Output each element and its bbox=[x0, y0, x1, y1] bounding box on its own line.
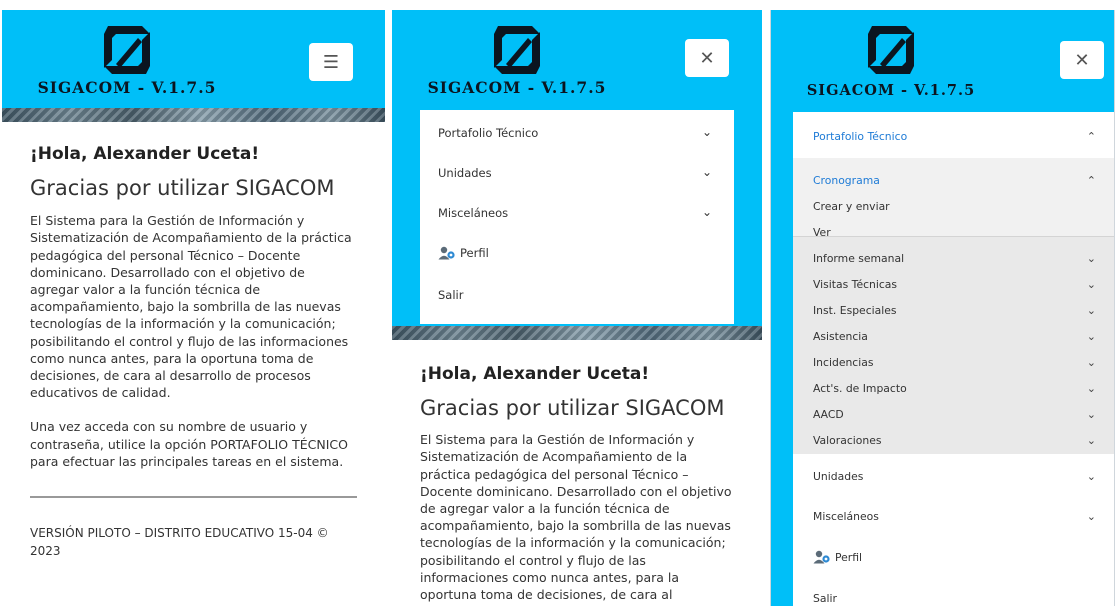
footer-divider bbox=[30, 496, 357, 499]
site-header: SIGACOM - V.1.7.5 ✕ bbox=[771, 10, 1114, 112]
submenu-item-cronograma[interactable]: Cronograma ⌃ bbox=[793, 170, 1114, 190]
nav-item-salir[interactable]: Salir bbox=[420, 280, 734, 310]
chevron-down-icon: ⌄ bbox=[1086, 469, 1096, 483]
nav-item-label: Unidades bbox=[438, 166, 492, 180]
chevron-up-icon: ⌃ bbox=[1086, 129, 1096, 143]
chevron-down-icon: ⌄ bbox=[1086, 303, 1096, 317]
version-footer: VERSIÓN PILOTO – DISTRITO EDUCATIVO 15-0… bbox=[30, 526, 329, 559]
nav-item-label: Perfil bbox=[460, 246, 489, 260]
nav-item-portafolio[interactable]: Portafolio Técnico ⌄ bbox=[420, 118, 734, 148]
submenu-item-inst-especiales[interactable]: Inst. Especiales ⌄ bbox=[793, 300, 1114, 320]
header-banner-texture bbox=[2, 108, 385, 122]
nav-menu: Portafolio Técnico ⌄ Unidades ⌄ Miscelán… bbox=[420, 110, 734, 324]
nav-item-unidades[interactable]: Unidades ⌄ bbox=[420, 158, 734, 188]
submenu-item-incidencias[interactable]: Incidencias ⌄ bbox=[793, 352, 1114, 372]
submenu-item-label: Act's. de Impacto bbox=[813, 381, 907, 395]
greeting-heading: ¡Hola, Alexander Uceta! bbox=[30, 144, 260, 164]
nav-menu-expanded: Portafolio Técnico ⌃ Cronograma ⌃ Crear … bbox=[793, 112, 1114, 606]
site-header: SIGACOM - V.1.7.5 ☰ bbox=[2, 10, 385, 108]
nav-item-label: Salir bbox=[438, 288, 464, 302]
submenu-item-label: Inst. Especiales bbox=[813, 303, 897, 317]
user-profile-icon bbox=[438, 246, 455, 260]
submenu-item-acts-impacto[interactable]: Act's. de Impacto ⌄ bbox=[793, 378, 1114, 398]
chevron-down-icon: ⌄ bbox=[1086, 509, 1096, 523]
submenu-item-valoraciones[interactable]: Valoraciones ⌄ bbox=[793, 430, 1114, 450]
brand-name: SIGACOM - V.1.7.5 bbox=[806, 82, 976, 99]
nav-item-label: Salir bbox=[813, 591, 837, 605]
thanks-heading: Gracias por utilizar SIGACOM bbox=[420, 396, 725, 420]
mobile-view-submenu-open: SIGACOM - V.1.7.5 ✕ Portafolio Técnico ⌃… bbox=[770, 10, 1115, 606]
submenu-item-label: Informe semanal bbox=[813, 251, 905, 265]
sigacom-logo-icon bbox=[494, 26, 540, 74]
chevron-down-icon: ⌄ bbox=[1086, 251, 1096, 265]
brand-name: SIGACOM - V.1.7.5 bbox=[427, 78, 607, 97]
submenu-item-visitas-tecnicas[interactable]: Visitas Técnicas ⌄ bbox=[793, 274, 1114, 294]
submenu-item-label: AACD bbox=[813, 407, 844, 421]
submenu-item-aacd[interactable]: AACD ⌄ bbox=[793, 404, 1114, 424]
chevron-down-icon: ⌄ bbox=[1086, 407, 1096, 421]
submenu-item-asistencia[interactable]: Asistencia ⌄ bbox=[793, 326, 1114, 346]
nav-item-label: Misceláneos bbox=[813, 509, 879, 523]
nav-item-miscelaneos[interactable]: Misceláneos ⌄ bbox=[793, 506, 1114, 526]
mobile-view-collapsed: SIGACOM - V.1.7.5 ☰ ¡Hola, Alexander Uce… bbox=[2, 10, 385, 606]
sigacom-logo-icon bbox=[868, 26, 914, 74]
submenu-divider bbox=[793, 236, 1114, 237]
greeting-heading: ¡Hola, Alexander Uceta! bbox=[420, 364, 650, 384]
welcome-section: ¡Hola, Alexander Uceta! Gracias por util… bbox=[392, 340, 762, 606]
access-instructions: Una vez acceda con su nombre de usuario … bbox=[30, 419, 348, 469]
mobile-view-menu-open: SIGACOM - V.1.7.5 ✕ Portafolio Técnico ⌄… bbox=[392, 10, 762, 606]
chevron-down-icon: ⌄ bbox=[1086, 433, 1096, 447]
system-description: El Sistema para la Gestión de Informació… bbox=[420, 432, 732, 606]
brand-logo[interactable]: SIGACOM - V.1.7.5 bbox=[2, 10, 252, 97]
menu-toggle-button[interactable]: ☰ bbox=[309, 43, 353, 81]
nav-item-perfil[interactable]: Perfil bbox=[793, 546, 1114, 568]
menu-side-band bbox=[771, 112, 793, 606]
close-icon: ✕ bbox=[1074, 49, 1090, 71]
menu-close-button[interactable]: ✕ bbox=[685, 39, 729, 77]
close-icon: ✕ bbox=[699, 47, 715, 69]
brand-name: SIGACOM - V.1.7.5 bbox=[37, 78, 217, 97]
nav-item-unidades[interactable]: Unidades ⌄ bbox=[793, 466, 1114, 486]
chevron-down-icon: ⌄ bbox=[701, 165, 712, 179]
chevron-down-icon: ⌄ bbox=[1086, 329, 1096, 343]
brand-logo[interactable]: SIGACOM - V.1.7.5 bbox=[392, 10, 642, 97]
submenu-item-label: Crear y enviar bbox=[813, 199, 890, 213]
submenu-item-label: Asistencia bbox=[813, 329, 868, 343]
nav-item-perfil[interactable]: Perfil bbox=[420, 238, 734, 268]
submenu-item-crear-enviar[interactable]: Crear y enviar bbox=[793, 196, 1114, 216]
chevron-down-icon: ⌄ bbox=[1086, 355, 1096, 369]
nav-item-portafolio[interactable]: Portafolio Técnico ⌃ bbox=[793, 126, 1114, 146]
nav-item-label: Portafolio Técnico bbox=[813, 129, 908, 143]
nav-item-miscelaneos[interactable]: Misceláneos ⌄ bbox=[420, 198, 734, 228]
nav-item-salir[interactable]: Salir bbox=[793, 588, 1114, 606]
welcome-section: ¡Hola, Alexander Uceta! Gracias por util… bbox=[2, 144, 385, 560]
nav-item-label: Portafolio Técnico bbox=[438, 126, 539, 140]
chevron-down-icon: ⌄ bbox=[1086, 381, 1096, 395]
chevron-up-icon: ⌃ bbox=[1086, 173, 1096, 187]
nav-item-label: Perfil bbox=[835, 550, 863, 564]
nav-item-label: Misceláneos bbox=[438, 206, 509, 220]
submenu-item-label: Valoraciones bbox=[813, 433, 882, 447]
system-description: El Sistema para la Gestión de Informació… bbox=[30, 213, 352, 401]
thanks-heading: Gracias por utilizar SIGACOM bbox=[30, 176, 335, 200]
submenu-item-label: Incidencias bbox=[813, 355, 874, 369]
brand-logo[interactable]: SIGACOM - V.1.7.5 bbox=[771, 10, 1011, 99]
sigacom-logo-icon bbox=[104, 26, 150, 74]
user-profile-icon bbox=[813, 550, 830, 564]
site-header: SIGACOM - V.1.7.5 ✕ bbox=[392, 10, 762, 110]
chevron-down-icon: ⌄ bbox=[1086, 277, 1096, 291]
menu-close-button[interactable]: ✕ bbox=[1060, 41, 1104, 79]
submenu-item-informe-semanal[interactable]: Informe semanal ⌄ bbox=[793, 248, 1114, 268]
submenu-item-label: Cronograma bbox=[813, 173, 880, 187]
submenu-item-label: Visitas Técnicas bbox=[813, 277, 898, 291]
chevron-down-icon: ⌄ bbox=[701, 205, 712, 219]
screenshot-stage: SIGACOM - V.1.7.5 ☰ ¡Hola, Alexander Uce… bbox=[0, 0, 1117, 606]
nav-item-label: Unidades bbox=[813, 469, 864, 483]
chevron-down-icon: ⌄ bbox=[701, 125, 712, 139]
hamburger-icon: ☰ bbox=[322, 51, 340, 73]
header-banner-texture bbox=[392, 326, 762, 340]
submenu-item-ver[interactable]: Ver bbox=[793, 222, 1114, 242]
